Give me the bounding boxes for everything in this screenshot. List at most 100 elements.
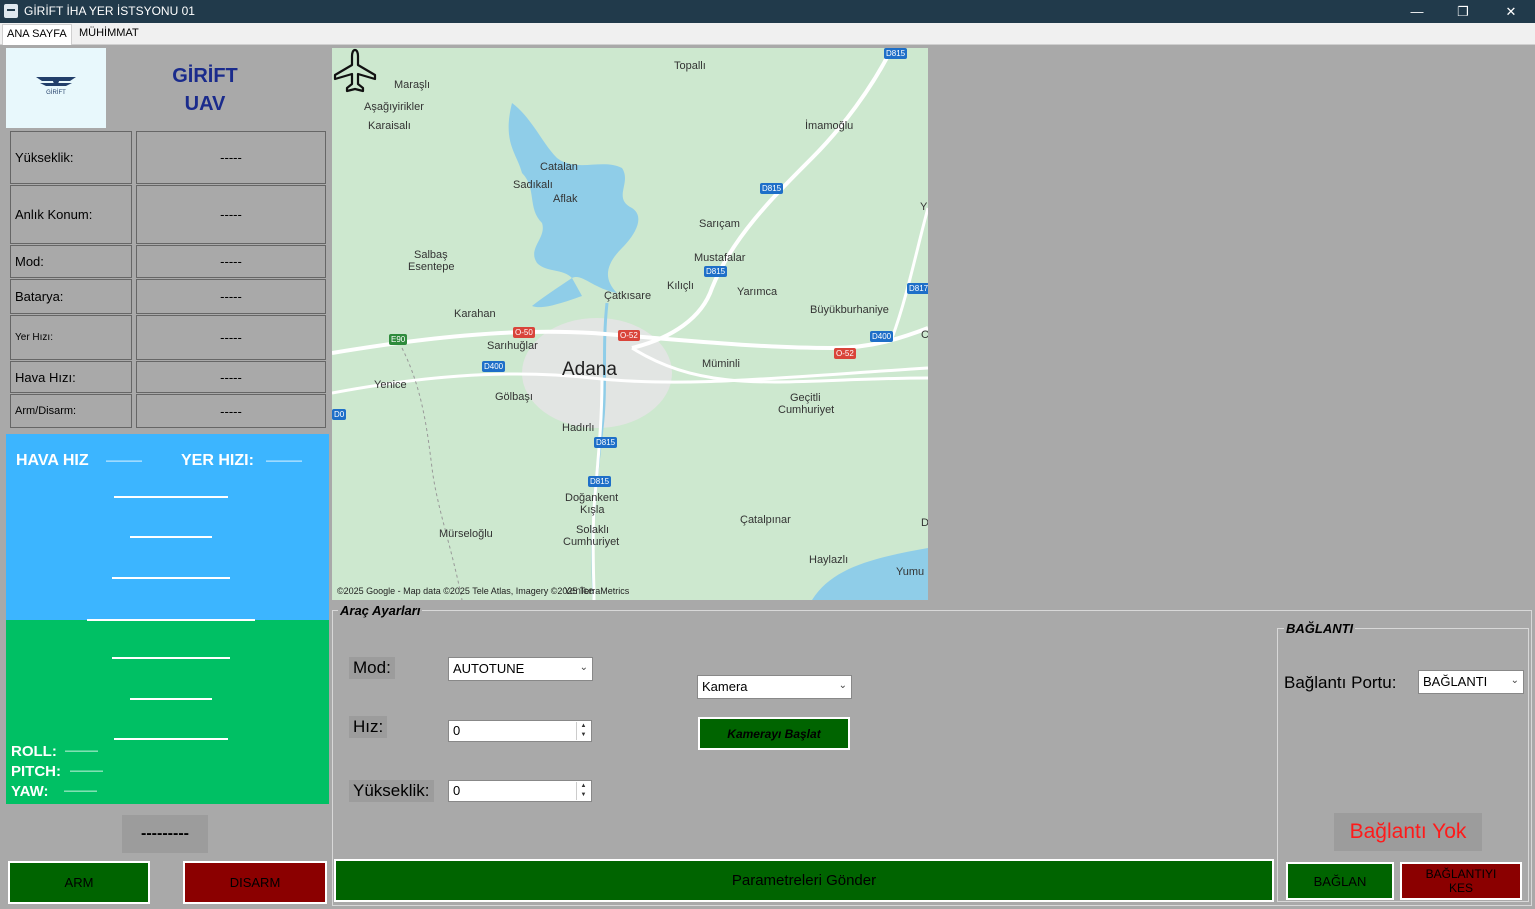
battery-value: ----- [136, 279, 326, 314]
horizon-air-speed-value: ——— [106, 453, 142, 467]
vehicle-settings-title: Araç Ayarları [338, 603, 423, 618]
map-label: Y [920, 201, 928, 213]
map-view[interactable]: Maraşlı Aşağıyirikler Karaisalı Topallı … [332, 48, 928, 600]
air-speed-value: ----- [136, 361, 326, 393]
air-speed-label: Hava Hızı: [10, 361, 132, 393]
altitude-field-label: Yükseklik: [349, 780, 434, 802]
road-badge: D815 [594, 437, 618, 448]
pitch-ladder-line [112, 657, 230, 659]
battery-label: Batarya: [10, 279, 132, 314]
speed-stepper[interactable]: 0 ▲ ▼ [448, 720, 592, 742]
chevron-down-icon: ⌄ [838, 680, 847, 691]
map-label: Yarımca [737, 286, 778, 298]
disconnect-label-line-2: KES [1448, 881, 1473, 895]
map-label: Yumu [896, 566, 925, 578]
port-select[interactable]: BAĞLANTI ⌄ [1418, 670, 1524, 694]
map-label: Çatalpınar [740, 514, 791, 526]
arm-button[interactable]: ARM [8, 861, 150, 904]
connect-button[interactable]: BAĞLAN [1286, 862, 1394, 900]
spinner-arrows-icon[interactable]: ▲ ▼ [576, 782, 590, 800]
camera-select-value: Kamera [702, 679, 748, 694]
map-label: İmamoğlu [805, 120, 854, 132]
window-title: GİRİFT İHA YER İSTSYONU 01 [24, 4, 195, 18]
altitude-input-value: 0 [453, 783, 461, 798]
title-bar: GİRİFT İHA YER İSTSYONU 01 — ❐ ✕ [0, 0, 1535, 23]
mode-field-label: Mod: [349, 657, 395, 679]
send-parameters-button[interactable]: Parametreleri Gönder [334, 859, 1274, 902]
disconnect-label-line-1: BAĞLANTIYI [1425, 867, 1497, 881]
pitch-ladder-line [114, 738, 228, 740]
status-indicator: --------- [122, 815, 208, 853]
map-label: Topallı [674, 60, 706, 72]
map-label: Yenice [374, 379, 407, 391]
altitude-stepper[interactable]: 0 ▲ ▼ [448, 780, 592, 802]
road-badge: D815 [588, 476, 612, 487]
tab-ana-sayfa[interactable]: ANA SAYFA [2, 24, 72, 45]
map-label: Solaklı [576, 524, 610, 536]
camera-select[interactable]: Kamera ⌄ [697, 675, 852, 699]
yaw-label: YAW: [11, 783, 49, 800]
port-select-value: BAĞLANTI [1423, 674, 1488, 689]
road-badge: D815 [760, 183, 784, 194]
tab-muhimmat[interactable]: MÜHİMMAT [75, 24, 143, 45]
map-label: Maraşlı [394, 79, 431, 91]
map-label: Karahan [454, 308, 496, 320]
pitch-ladder-line [130, 698, 212, 700]
spinner-arrows-icon[interactable]: ▲ ▼ [576, 722, 590, 740]
disconnect-button[interactable]: BAĞLANTIYI KES [1400, 862, 1522, 900]
mode-label: Mod: [10, 245, 132, 278]
altitude-label: Yükseklik: [10, 131, 132, 184]
road-badge: O-52 [618, 330, 640, 341]
map-label: Müminli [702, 358, 740, 370]
pitch-value: ——— [70, 765, 103, 777]
road-badge: D0 [332, 409, 347, 420]
ground-speed-label: Yer Hızı: [10, 315, 132, 360]
road-badge: D817 [907, 283, 928, 294]
altitude-value: ----- [136, 131, 326, 184]
minimize-button[interactable]: — [1394, 0, 1440, 23]
roll-value: ——— [65, 745, 98, 757]
disarm-button[interactable]: DISARM [183, 861, 327, 904]
map-label: Cumhuriyet [778, 404, 835, 416]
map-label: C [921, 329, 928, 341]
map-label: Mürseloğlu [439, 528, 493, 540]
map-label: Gölbaşı [495, 391, 533, 403]
road-badge: O-50 [513, 327, 535, 338]
yaw-value: ——— [64, 785, 97, 797]
start-camera-button[interactable]: Kamerayı Başlat [698, 717, 850, 750]
map-label: Cumhuriyet [563, 536, 620, 548]
position-label: Anlık Konum: [10, 185, 132, 244]
map-label: Haylazlı [809, 554, 849, 566]
road-badge: D400 [482, 361, 506, 372]
map-label: Yenice [564, 586, 594, 597]
logo: GİRİFT [6, 48, 106, 128]
road-badge: E90 [389, 334, 408, 345]
maximize-button[interactable]: ❐ [1440, 0, 1486, 23]
app-icon [4, 4, 18, 18]
tab-strip: ANA SAYFA MÜHİMMAT [0, 23, 1535, 45]
mode-select-value: AUTOTUNE [453, 661, 525, 676]
logo-text: GİRİFT [46, 90, 66, 96]
map-label: Sarıhuğlar [487, 340, 538, 352]
logo-wings-icon [36, 77, 76, 86]
pitch-ladder-line [112, 577, 230, 579]
chevron-down-icon: ⌄ [1510, 675, 1519, 686]
map-label: Geçitli [790, 392, 821, 404]
arm-state-value: ----- [136, 394, 326, 428]
map-label: Büyükburhaniye [810, 304, 889, 316]
map-city-label: Adana [562, 359, 617, 380]
connection-status: Bağlantı Yok [1334, 813, 1482, 851]
map-label: Salbaş [414, 249, 448, 261]
map-label: Doğankent [565, 492, 619, 504]
speed-value: 0 [453, 723, 461, 738]
road-badge: D815 [884, 48, 908, 59]
map-label: Karaisalı [368, 120, 411, 132]
horizon-ground-speed-label: YER HIZI: [181, 452, 254, 469]
map-label: Aflak [553, 193, 578, 205]
ground-speed-value: ----- [136, 315, 326, 360]
map-label: Kışla [580, 504, 605, 516]
mode-select[interactable]: AUTOTUNE ⌄ [448, 657, 593, 681]
close-button[interactable]: ✕ [1488, 0, 1534, 23]
arm-state-label: Arm/Disarm: [10, 394, 132, 428]
brand-title: GİRİFT UAV [110, 62, 300, 118]
